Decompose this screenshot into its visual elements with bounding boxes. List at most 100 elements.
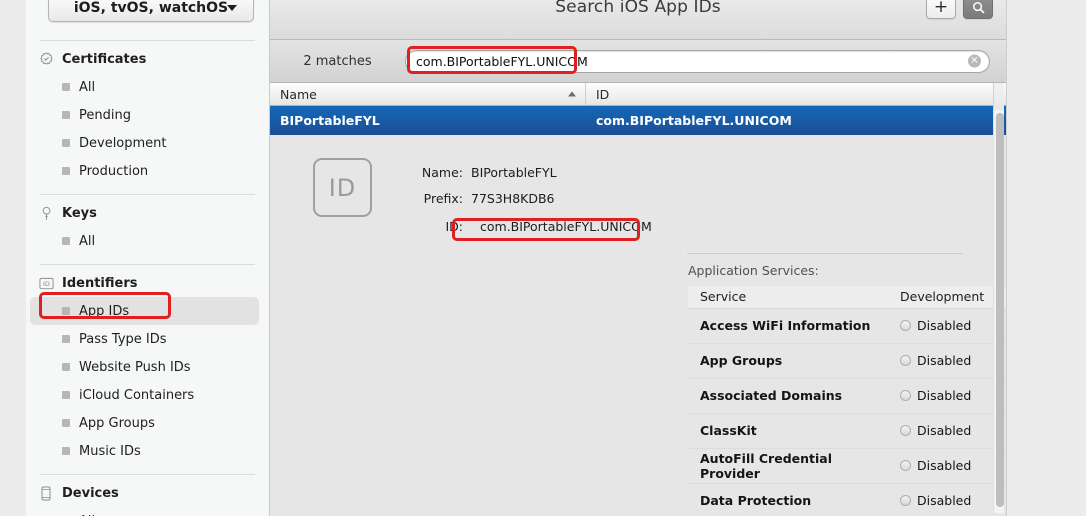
- service-development-label: Disabled: [917, 388, 972, 403]
- column-header-service: Service: [688, 286, 888, 309]
- sidebar-item-label: Pending: [79, 107, 131, 123]
- sidebar-item-label: Pass Type IDs: [79, 331, 167, 347]
- sidebar-item-label: iCloud Containers: [79, 387, 195, 403]
- radio-button-icon[interactable]: [900, 355, 911, 366]
- radio-button-icon[interactable]: [900, 495, 911, 506]
- table-row: ClassKit Disabled Disabled: [688, 413, 1006, 449]
- sidebar-item-label: Music IDs: [79, 443, 141, 459]
- certificate-seal-icon: [38, 51, 54, 67]
- sidebar-item-icloud-containers[interactable]: iCloud Containers: [30, 381, 259, 409]
- search-toggle-button[interactable]: [963, 0, 993, 19]
- clear-circle-icon[interactable]: ✕: [968, 54, 981, 68]
- detail-field-key: Name:: [421, 164, 463, 180]
- bullet-icon: [62, 83, 70, 91]
- bullet-icon: [62, 237, 70, 245]
- application-services-label: Application Services:: [688, 263, 819, 278]
- sidebar-item-label: Production: [79, 163, 149, 179]
- sidebar-item-pass-type-ids[interactable]: Pass Type IDs: [30, 325, 259, 353]
- table-header-row: Service Development Distribution: [688, 286, 1006, 309]
- table-row[interactable]: BIPortableFYL com.BIPortableFYL.UNICOM: [270, 106, 1006, 135]
- sidebar-item-label: App Groups: [79, 415, 155, 431]
- table-row: Access WiFi Information Disabled Disable…: [688, 308, 1006, 344]
- service-development-label: Disabled: [917, 423, 972, 438]
- sidebar-section-title: Identifiers: [62, 275, 138, 291]
- divider: [40, 40, 255, 41]
- scrollbar-thumb[interactable]: [996, 113, 1004, 507]
- service-name: Associated Domains: [688, 378, 888, 414]
- sidebar-item-certificates-development[interactable]: Development: [30, 129, 259, 157]
- divider: [40, 194, 255, 195]
- app-window: iOS, tvOS, watchOS Certificates All Pend…: [0, 0, 1086, 516]
- radio-button-icon[interactable]: [900, 460, 911, 471]
- radio-button-icon[interactable]: [900, 320, 911, 331]
- search-input[interactable]: com.BIPortableFYL.UNICOM ✕: [405, 49, 990, 73]
- list-column-header: Name ID: [270, 83, 1006, 106]
- service-development-label: Disabled: [917, 458, 972, 473]
- sidebar-item-website-push-ids[interactable]: Website Push IDs: [30, 353, 259, 381]
- sidebar-item-app-ids[interactable]: App IDs: [30, 297, 259, 325]
- bullet-icon: [62, 391, 70, 399]
- sidebar-item-music-ids[interactable]: Music IDs: [30, 437, 259, 465]
- bullet-icon: [62, 307, 70, 315]
- table-row: AutoFill Credential Provider Disabled Di…: [688, 448, 1006, 484]
- sidebar-item-keys-all[interactable]: All: [30, 227, 259, 255]
- sidebar-item-certificates-all[interactable]: All: [30, 73, 259, 101]
- bullet-icon: [62, 111, 70, 119]
- detail-field-name: Name: BIPortableFYL: [419, 159, 661, 185]
- divider: [40, 474, 255, 475]
- titlebar-buttons: +: [926, 0, 993, 19]
- sidebar-item-devices-all[interactable]: All: [30, 507, 259, 516]
- row-name: BIPortableFYL: [280, 113, 380, 128]
- detail-field-value: com.BIPortableFYL.UNICOM: [480, 218, 652, 234]
- table-row: Data Protection Disabled Disabled: [688, 483, 1006, 516]
- detail-field-value: BIPortableFYL: [471, 164, 557, 180]
- service-development: Disabled: [888, 483, 1006, 516]
- vertical-scrollbar[interactable]: [993, 110, 1004, 513]
- service-development: Disabled: [888, 448, 1006, 484]
- search-bar: 2 matches com.BIPortableFYL.UNICOM ✕: [270, 40, 1006, 83]
- chevron-down-icon: [227, 5, 237, 11]
- service-development-label: Disabled: [917, 318, 972, 333]
- divider: [40, 264, 255, 265]
- plus-icon: +: [933, 0, 949, 17]
- bullet-icon: [62, 167, 70, 175]
- detail-pane: ID Name: BIPortableFYL Prefix: 77S3H8KDB…: [270, 135, 1006, 516]
- sidebar: iOS, tvOS, watchOS Certificates All Pend…: [26, 0, 270, 516]
- sidebar-item-certificates-pending[interactable]: Pending: [30, 101, 259, 129]
- radio-button-icon[interactable]: [900, 425, 911, 436]
- column-header-name[interactable]: Name: [270, 83, 586, 105]
- service-name: ClassKit: [688, 413, 888, 449]
- column-header-label: Name: [280, 86, 317, 102]
- service-development-label: Disabled: [917, 353, 972, 368]
- titlebar: Search iOS App IDs +: [270, 0, 1006, 40]
- sort-ascending-icon: [568, 91, 576, 97]
- detail-fields: Name: BIPortableFYL Prefix: 77S3H8KDB6 I…: [419, 155, 661, 241]
- row-id: com.BIPortableFYL.UNICOM: [596, 113, 792, 128]
- service-development: Disabled: [888, 308, 1006, 344]
- sidebar-section-title: Keys: [62, 205, 97, 221]
- detail-field-id: ID: com.BIPortableFYL.UNICOM: [419, 211, 661, 241]
- platform-select[interactable]: iOS, tvOS, watchOS: [48, 0, 254, 22]
- sidebar-item-label: App IDs: [79, 303, 130, 319]
- svg-text:ID: ID: [43, 279, 50, 287]
- detail-field-prefix: Prefix: 77S3H8KDB6: [419, 185, 661, 211]
- sidebar-item-label: Development: [79, 135, 167, 151]
- sidebar-item-label: All: [79, 233, 96, 249]
- radio-button-icon[interactable]: [900, 390, 911, 401]
- id-badge-icon: ID: [38, 275, 54, 291]
- column-header-id[interactable]: ID: [586, 83, 1006, 105]
- sidebar-section-devices: Devices: [26, 479, 269, 507]
- detail-field-value: 77S3H8KDB6: [471, 190, 555, 206]
- table-row: Associated Domains Disabled Disabled: [688, 378, 1006, 414]
- add-button[interactable]: +: [926, 0, 956, 19]
- bullet-icon: [62, 363, 70, 371]
- service-name: AutoFill Credential Provider: [688, 448, 888, 484]
- sidebar-item-label: All: [79, 79, 96, 95]
- device-phone-icon: [38, 485, 54, 501]
- key-icon: [38, 205, 54, 221]
- sidebar-item-app-groups[interactable]: App Groups: [30, 409, 259, 437]
- service-development-label: Disabled: [917, 493, 972, 508]
- sidebar-item-certificates-production[interactable]: Production: [30, 157, 259, 185]
- service-development: Disabled: [888, 413, 1006, 449]
- sidebar-section-title: Certificates: [62, 51, 147, 67]
